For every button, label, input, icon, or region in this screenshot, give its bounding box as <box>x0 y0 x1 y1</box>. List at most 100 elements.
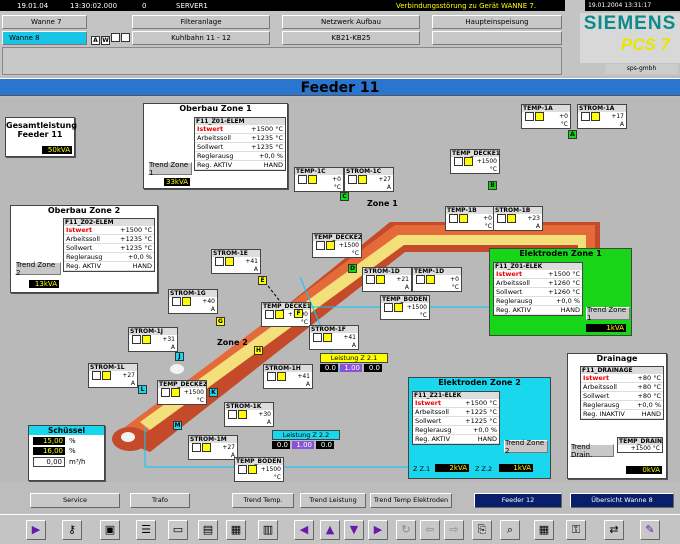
zone-marker[interactable]: C <box>340 192 349 201</box>
link-icon[interactable]: ⇄ <box>604 520 624 540</box>
trend-temp-elektroden-button[interactable]: Trend Temp Elektroden <box>370 493 452 508</box>
window-icon[interactable]: ▭ <box>168 520 188 540</box>
area-kuhlbahn[interactable]: Kuhlbahn 11 - 12 <box>132 31 270 45</box>
measurement-tag[interactable]: TEMP_DECKE1+1500°C <box>450 149 500 174</box>
tag-icon[interactable]: ⎘ <box>472 520 492 540</box>
ob1-faceplate[interactable]: F11_Z01-ELEM Istwert +1500 °C Arbeitssoll… <box>194 117 286 171</box>
alarm-icon <box>92 371 101 380</box>
measurement-tag[interactable]: TEMP-1C +0 °C <box>294 167 344 192</box>
tag-value: +31 <box>162 336 175 343</box>
grid-icon[interactable]: ▦ <box>534 520 554 540</box>
back-icon[interactable]: ⇦ <box>420 520 440 540</box>
zone-marker[interactable]: D <box>348 264 357 273</box>
measurement-tag[interactable]: STROM-1K +30 A <box>224 402 274 427</box>
panel-title: Oberbau Zone 2 <box>47 206 121 215</box>
measurement-tag[interactable]: TEMP_DECKE1+1500°C <box>261 302 311 327</box>
picture-icon[interactable]: ▣ <box>100 520 120 540</box>
wanne7-button[interactable]: Wanne 7 <box>2 15 87 29</box>
zone-marker[interactable]: F <box>294 309 303 318</box>
warn-icon <box>171 388 180 397</box>
schussel-value[interactable]: 16,00 <box>33 447 65 455</box>
trend-zone1-button[interactable]: Trend Zone 1 <box>148 161 192 177</box>
arrow-up-icon[interactable]: ▲ <box>320 520 340 540</box>
forward-icon[interactable]: ⇨ <box>444 520 464 540</box>
measurement-tag[interactable]: STROM-1F +41 A <box>309 325 359 350</box>
list-icon[interactable]: ☰ <box>136 520 156 540</box>
area-filteranlage[interactable]: Filteranlage <box>132 15 270 29</box>
measurement-tag[interactable]: TEMP-1A +0 °C <box>521 104 571 129</box>
measurement-tag[interactable]: TEMP-1D +0 °C <box>412 267 462 292</box>
pen-icon[interactable]: ✎ <box>640 520 660 540</box>
zone2-label: Zone 2 <box>217 338 248 347</box>
zone-marker[interactable]: B <box>488 181 497 190</box>
el2-kva1: 2kVA <box>435 464 469 472</box>
tag-name: TEMP-1D <box>413 268 461 275</box>
trend-leistung-button[interactable]: Trend Leistung <box>300 493 366 508</box>
row-value: +80 <box>637 392 652 400</box>
schussel-panel: Schüssel 15,00% 16,00% 0,00 m³/h <box>28 425 105 481</box>
tag-name: TEMP-1B <box>446 207 494 214</box>
row-unit: °C <box>275 143 283 151</box>
el2-faceplate[interactable]: F11_Z21-ELEK Istwert +1500 °C Arbeitssoll… <box>412 391 500 445</box>
tag-name: TEMP_BODEN <box>235 458 283 465</box>
trend-zone2-button[interactable]: Trend Zone 2 <box>15 261 61 277</box>
zone-marker[interactable]: A <box>568 130 577 139</box>
trend-temp-button[interactable]: Trend Temp. <box>232 493 294 508</box>
arrow-left-icon[interactable]: ◀ <box>294 520 314 540</box>
area-netzwerk[interactable]: Netzwerk Aufbau <box>282 15 420 29</box>
measurement-tag[interactable]: STROM-1D +21 A <box>362 267 412 292</box>
zone-marker[interactable]: E <box>258 276 267 285</box>
refresh-icon[interactable]: ↻ <box>396 520 416 540</box>
zone-marker[interactable]: G <box>216 317 225 326</box>
arrow-down-icon[interactable]: ▼ <box>344 520 364 540</box>
area-haupteinspeisung[interactable]: Haupteinspeisung <box>432 15 562 29</box>
measurement-tag[interactable]: STROM-1G +40 A <box>168 289 218 314</box>
zone-marker[interactable]: H <box>254 346 263 355</box>
el1-trend-button[interactable]: Trend Zone 1 <box>586 306 630 322</box>
measurement-tag[interactable]: STROM-1C +27 A <box>344 167 394 192</box>
measurement-tag[interactable]: STROM-1J +31 A <box>128 327 178 352</box>
uebersicht-wanne8-button[interactable]: Übersicht Wanne 8 <box>570 493 674 508</box>
trend-drain-button[interactable]: Trend Drain. <box>570 443 614 459</box>
print-icon[interactable]: ▥ <box>258 520 278 540</box>
schussel-value[interactable]: 15,00 <box>33 437 65 445</box>
tag-unit: A <box>170 344 175 351</box>
measurement-tag[interactable]: TEMP_DECKE2 +1500 °C <box>157 380 207 405</box>
measurement-tag[interactable]: STROM-1E +41 A <box>211 249 261 274</box>
temp-drain-tag[interactable]: TEMP_DRAIN +1500 °C <box>617 437 663 453</box>
zone-marker[interactable]: K <box>209 388 218 397</box>
schussel-value[interactable]: 0,00 <box>33 457 65 467</box>
trafo-button[interactable]: Trafo <box>130 493 190 508</box>
measurement-tag[interactable]: STROM-1B +23 A <box>493 206 543 231</box>
feeder12-button[interactable]: Feeder 12 <box>474 493 562 508</box>
doc-icon[interactable]: ▤ <box>198 520 218 540</box>
save-icon[interactable]: ▦ <box>226 520 246 540</box>
area-kb21[interactable]: KB21-KB25 <box>282 31 420 45</box>
page-title: Feeder 11 <box>0 78 680 96</box>
el2-trend-button[interactable]: Trend Zone 2 <box>504 439 548 455</box>
service-button[interactable]: Service <box>30 493 120 508</box>
measurement-tag[interactable]: STROM-1M +27 A <box>188 435 238 460</box>
measurement-tag[interactable]: STROM-1H +41 A <box>263 364 313 389</box>
measurement-tag[interactable]: TEMP_DECKE2 +1500 °C <box>312 233 362 258</box>
measurement-tag[interactable]: TEMP_BODEN +1500 °C <box>380 295 430 320</box>
measurement-tag[interactable]: TEMP-1B +0 °C <box>445 206 495 231</box>
measurement-tag[interactable]: STROM-1L +27 A <box>88 363 138 388</box>
play-icon[interactable]: ▶ <box>26 520 46 540</box>
zoom-icon[interactable]: ⌕ <box>500 520 520 540</box>
warn-icon <box>326 241 335 250</box>
measurement-tag[interactable]: TEMP_BODEN +1500 °C <box>234 457 284 482</box>
el1-faceplate[interactable]: F11_Z01-ELEK Istwert +1500 °C Arbeitssoll… <box>493 262 583 316</box>
drain-faceplate[interactable]: F11_DRAINAGE Istwert +80 °C Arbeitssoll +8… <box>580 366 664 420</box>
zone-marker[interactable]: J <box>175 352 184 361</box>
area-empty[interactable] <box>432 31 562 45</box>
zone-marker[interactable]: M <box>173 421 182 430</box>
zone-marker[interactable]: L <box>138 385 147 394</box>
ob2-faceplate[interactable]: F11_Z02-ELEM Istwert +1500 °C Arbeitssoll… <box>63 218 155 272</box>
key-icon[interactable]: ⚷ <box>62 520 82 540</box>
measurement-tag[interactable]: STROM-1A +17 A <box>577 104 627 129</box>
arrow-right-icon[interactable]: ▶ <box>368 520 388 540</box>
leistung-value: 1.00 <box>292 441 314 449</box>
wanne8-button[interactable]: Wanne 8 <box>2 31 87 45</box>
lock-icon[interactable]: ⚿ <box>566 520 586 540</box>
